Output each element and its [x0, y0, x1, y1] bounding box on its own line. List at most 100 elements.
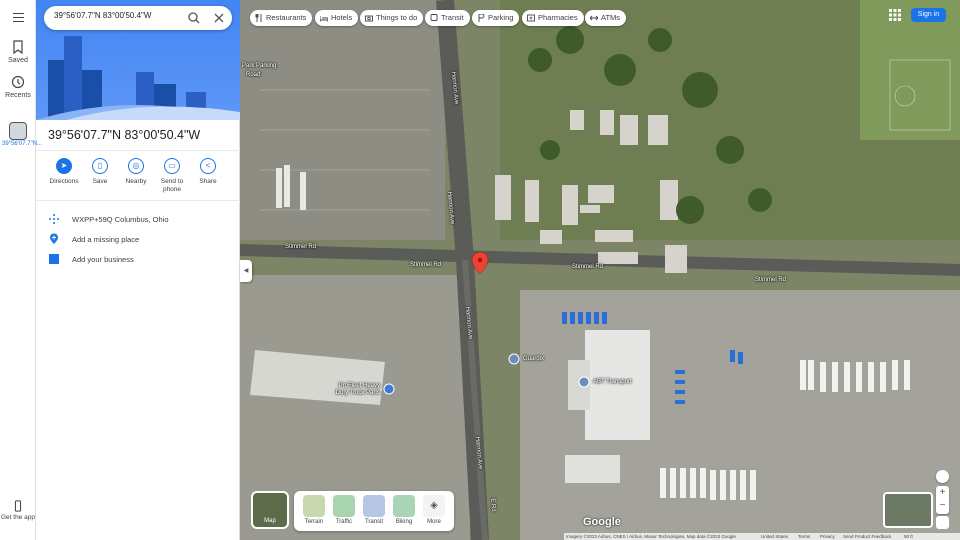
my-location-icon[interactable] [936, 470, 949, 483]
chip-label: Parking [488, 13, 514, 22]
chip-label: Restaurants [266, 13, 307, 22]
apps-grid-icon[interactable] [889, 9, 901, 21]
plus-code-text: WXPP+59Q Columbus, Ohio [72, 215, 169, 224]
biking-thumb [393, 495, 415, 517]
phone-icon [14, 500, 22, 512]
map-label-guardix[interactable]: Guardix [523, 356, 544, 362]
chip-label: Pharmacies [538, 13, 578, 22]
recents-button[interactable]: Recents [0, 75, 36, 99]
chip-restaurants[interactable]: Restaurants [250, 10, 313, 26]
layer-more[interactable]: ◈ More [422, 495, 446, 525]
map-label-abt-transport[interactable]: ABT Transport [593, 379, 632, 385]
recent-place-thumbnail[interactable] [9, 122, 27, 140]
imagery-credit: Imagery ©2023 Airbus, CNES / Airbus, Max… [566, 534, 736, 539]
layer-terrain-label: Terrain [304, 519, 324, 525]
feedback-link[interactable]: Send Product Feedback [843, 534, 891, 539]
nearby-icon: ◎ [128, 158, 144, 174]
layer-traffic-label: Traffic [335, 519, 353, 525]
add-business-row[interactable]: Add your business [48, 253, 238, 267]
save-button[interactable]: ▯ Save [82, 158, 118, 186]
traffic-thumb [333, 495, 355, 517]
chip-hotels[interactable]: Hotels [315, 10, 359, 26]
privacy-link[interactable]: Privacy [820, 534, 835, 539]
pharmacy-icon [527, 14, 535, 22]
chip-pharmacies[interactable]: Pharmacies [522, 10, 584, 26]
layer-transit[interactable]: Transit [362, 495, 386, 525]
share-label: Share [199, 178, 217, 185]
layer-toggle-map[interactable]: Map [251, 491, 289, 529]
search-box[interactable] [44, 6, 232, 30]
history-icon [11, 75, 25, 89]
layer-terrain[interactable]: Terrain [302, 495, 326, 525]
recent-place-label[interactable]: 39°56'07.7"N... [2, 141, 42, 148]
parking-icon [478, 14, 485, 22]
plus-code-row[interactable]: WXPP+59Q Columbus, Ohio [48, 213, 238, 227]
saved-label: Saved [8, 57, 28, 64]
chip-label: Transit [441, 13, 464, 22]
close-icon[interactable] [212, 11, 226, 25]
menu-icon-bar [12, 16, 24, 18]
place-panel: 39°56'07.7"N 83°00'50.4"W ➤ Directions ▯… [36, 0, 240, 540]
maps-app: Saved Recents 39°56'07.7"N... Get the ap… [0, 0, 960, 540]
layer-transit-label: Transit [364, 519, 384, 525]
map-label-road: Road [246, 72, 261, 78]
zoom-in-button[interactable]: + [936, 486, 949, 499]
get-app-button[interactable]: Get the app [0, 500, 36, 522]
search-input[interactable] [54, 11, 174, 20]
map-label-park[interactable]: Park Parking [242, 63, 276, 69]
chip-atms[interactable]: ATMs [585, 10, 627, 26]
menu-button[interactable] [0, 10, 36, 25]
layer-tray: Terrain Traffic Transit Biking ◈ More [294, 491, 454, 531]
transit-icon [430, 14, 438, 21]
map-label-stimmel-rd-4: Stimmel Rd [755, 277, 787, 283]
save-label: Save [92, 178, 108, 185]
map-imagery [240, 0, 960, 540]
map-label-stimmel-rd-2: Stimmel Rd [410, 262, 442, 268]
saved-button[interactable]: Saved [0, 40, 36, 64]
chip-label: Things to do [376, 13, 418, 22]
share-button[interactable]: < Share [190, 158, 226, 186]
map-footer: Imagery ©2023 Airbus, CNES / Airbus, Max… [564, 533, 960, 540]
terms-link[interactable]: Terms [798, 534, 810, 539]
send-to-phone-label: Send to phone [160, 178, 184, 193]
scale-label[interactable]: 50 ft [904, 534, 913, 539]
directions-label: Directions [49, 178, 79, 185]
directions-button[interactable]: ➤ Directions [46, 158, 82, 186]
chip-parking[interactable]: Parking [472, 10, 520, 26]
add-location-icon [50, 233, 58, 244]
layer-biking-label: Biking [395, 519, 413, 525]
search-icon[interactable] [187, 11, 201, 25]
share-icon: < [200, 158, 216, 174]
pegman-icon[interactable] [936, 516, 949, 529]
menu-icon-bar [12, 20, 24, 22]
collapse-panel-button[interactable]: ◀ [240, 260, 252, 282]
divider [36, 200, 240, 201]
transit-thumb [363, 495, 385, 517]
left-rail: Saved Recents 39°56'07.7"N... Get the ap… [0, 0, 42, 540]
map-label-stimmel-rd: Stimmel Rd [285, 244, 317, 250]
layers-icon: ◈ [423, 495, 445, 517]
google-logo: Google [583, 516, 621, 528]
restaurant-icon [255, 14, 262, 22]
country-label[interactable]: United States [761, 534, 788, 539]
get-app-label: Get the app [1, 514, 35, 521]
send-to-phone-icon: ▭ [164, 158, 180, 174]
add-missing-place-row[interactable]: Add a missing place [48, 233, 238, 247]
street-view-thumbnail[interactable] [883, 492, 933, 528]
directions-icon: ➤ [56, 158, 72, 174]
zoom-controls: + − [936, 486, 949, 514]
nearby-button[interactable]: ◎ Nearby [118, 158, 154, 186]
chip-label: ATMs [601, 13, 621, 22]
business-icon [49, 254, 59, 264]
atm-icon [590, 15, 598, 21]
zoom-out-button[interactable]: − [936, 499, 949, 512]
satellite-map[interactable]: Park Parking Road Harmon Ave Stimmel Rd … [240, 0, 960, 540]
layer-biking[interactable]: Biking [392, 495, 416, 525]
action-buttons: ➤ Directions ▯ Save ◎ Nearby ▭ Send to p… [44, 158, 234, 198]
layer-traffic[interactable]: Traffic [332, 495, 356, 525]
sign-in-button[interactable]: Sign in [911, 8, 946, 22]
chip-things-to-do[interactable]: Things to do [360, 10, 424, 26]
send-to-phone-button[interactable]: ▭ Send to phone [154, 158, 190, 194]
map-label-profleet[interactable]: ProFleet Heavy Duty Truck Parts [330, 383, 380, 397]
chip-transit[interactable]: Transit [425, 10, 470, 26]
